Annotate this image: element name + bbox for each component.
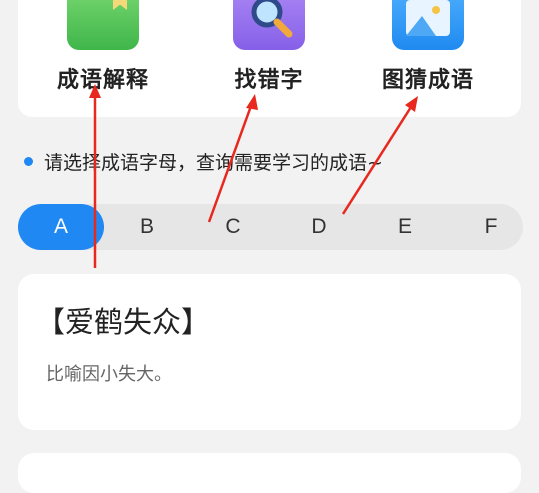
- book-icon: [67, 0, 139, 50]
- hint-text: 请选择成语字母，查询需要学习的成语~: [24, 148, 383, 175]
- letter-tab-f[interactable]: F: [448, 204, 534, 250]
- idiom-title: 【爱鹤失众】: [36, 305, 211, 339]
- feature-guess-idiom[interactable]: 图猜成语: [363, 0, 493, 117]
- hint-label: 请选择成语字母，查询需要学习的成语~: [44, 152, 383, 174]
- feature-label: 找错字: [234, 68, 304, 93]
- letter-tab-d[interactable]: D: [276, 204, 362, 250]
- letter-tabs: A B C D E F: [18, 204, 523, 250]
- letter-tab-a[interactable]: A: [18, 204, 104, 250]
- letter-tab-e[interactable]: E: [362, 204, 448, 250]
- letter-tab-c[interactable]: C: [190, 204, 276, 250]
- magnifier-icon: [233, 0, 305, 50]
- bullet-dot: [24, 157, 33, 166]
- letter-tab-b[interactable]: B: [104, 204, 190, 250]
- idiom-card[interactable]: 【爱鹤失众】 比喻因小失大。: [18, 274, 521, 430]
- feature-label: 成语解释: [56, 68, 149, 93]
- feature-panel: 成语解释 找错字 图猜成语: [18, 0, 521, 117]
- feature-label: 图猜成语: [381, 68, 474, 93]
- feature-find-typo[interactable]: 找错字: [204, 0, 334, 117]
- feature-idiom-explain[interactable]: 成语解释: [38, 0, 168, 117]
- idiom-card-next[interactable]: [18, 453, 521, 493]
- idiom-meaning: 比喻因小失大。: [46, 364, 172, 385]
- image-icon: [392, 0, 464, 50]
